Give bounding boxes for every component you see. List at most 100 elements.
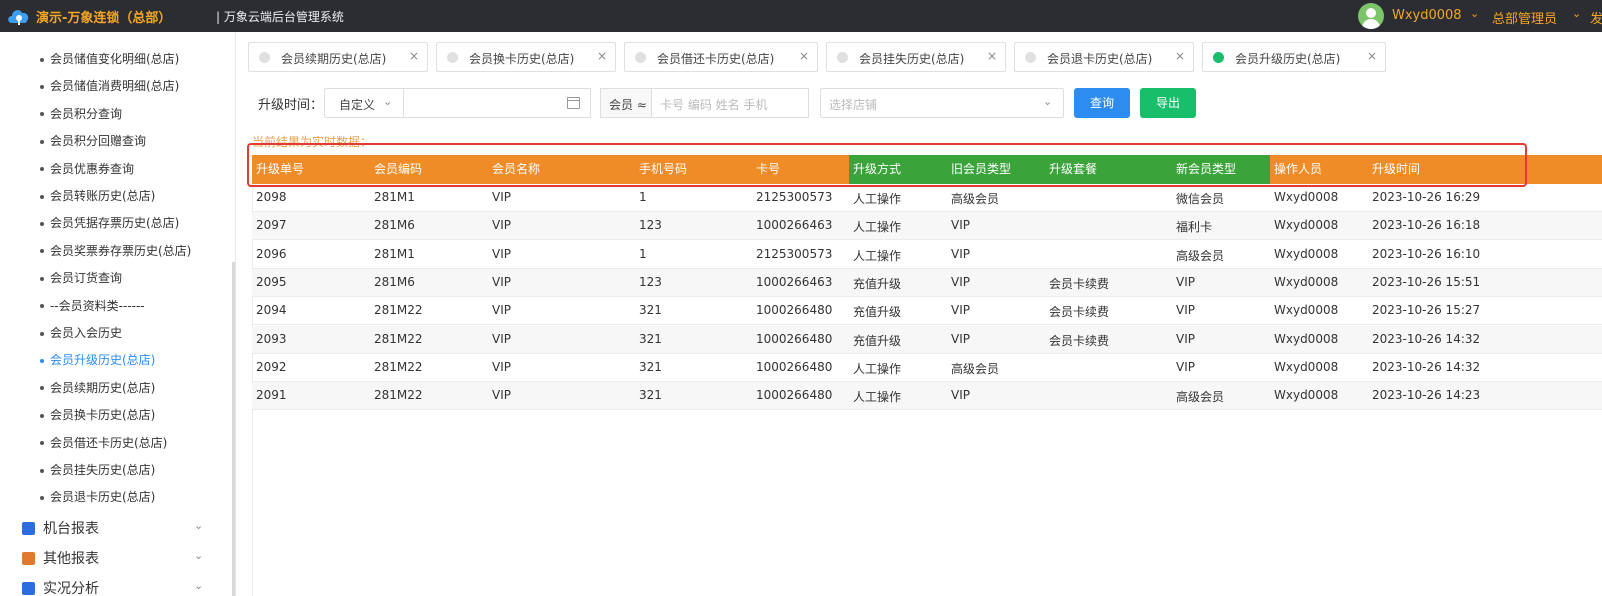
sidebar-item-label: 会员凭据存票历史(总店) xyxy=(50,216,180,231)
table-cell: VIP xyxy=(1176,303,1195,318)
user-name-menu[interactable]: Wxyd0008 xyxy=(1392,8,1462,23)
calendar-icon[interactable] xyxy=(567,97,580,109)
close-icon[interactable]: × xyxy=(597,49,607,63)
page-tab[interactable]: 会员换卡历史(总店) × xyxy=(436,42,616,72)
chevron-down-icon: ⌄ xyxy=(383,95,393,108)
table-row[interactable]: 2098 281M1 VIP 1 2125300573 人工操作 高级会员 微信会员 Wxyd0… xyxy=(252,184,1602,212)
table-row[interactable]: 2092 281M22 VIP 321 1000266480 人工操作 高级会员 VIP Wxy… xyxy=(252,354,1602,382)
table-cell: Wxyd0008 xyxy=(1274,218,1339,233)
table-cell: VIP xyxy=(492,388,511,403)
member-type-select[interactable]: 会员 ≈ xyxy=(600,88,652,118)
user-avatar[interactable] xyxy=(1358,3,1384,29)
tab-label: 会员借还卡历史(总店) xyxy=(657,52,775,66)
brand-name[interactable]: 演示-万象连锁（总部） xyxy=(36,7,171,26)
table-cell: 321 xyxy=(639,359,662,374)
table-row[interactable]: 2097 281M6 VIP 123 1000266463 人工操作 VIP 福利卡 Wxyd0… xyxy=(252,212,1602,241)
sidebar-item[interactable]: 会员续期历史(总店) xyxy=(40,379,155,396)
table-cell: 人工操作 xyxy=(853,220,902,235)
table-cell: VIP xyxy=(492,274,511,289)
table-cell: 1000266480 xyxy=(756,331,833,346)
member-search-input[interactable]: 卡号 编码 姓名 手机 xyxy=(651,88,809,118)
close-icon[interactable]: × xyxy=(987,49,997,63)
bullet-icon xyxy=(40,249,44,254)
sidebar-item[interactable]: 会员退卡历史(总店) xyxy=(40,488,155,505)
sidebar-group[interactable]: 其他报表 ⌄ xyxy=(22,548,203,568)
sidebar-item[interactable]: --会员资料类------ xyxy=(40,297,145,314)
sidebar-item[interactable]: 会员优惠券查询 xyxy=(40,160,134,177)
sidebar-item[interactable]: 会员入会历史 xyxy=(40,324,122,341)
table-cell: VIP xyxy=(492,190,511,204)
sidebar-item-label: 会员续期历史(总店) xyxy=(50,380,156,395)
table-cell: 2094 xyxy=(256,303,287,318)
close-icon[interactable]: × xyxy=(1367,49,1377,63)
table-cell: 321 xyxy=(639,303,662,318)
sidebar-item[interactable]: 会员储值消费明细(总店) xyxy=(40,77,179,94)
table-row[interactable]: 2091 281M22 VIP 321 1000266480 人工操作 VIP 高级会员 Wxy… xyxy=(252,382,1602,411)
table-cell: 2097 xyxy=(256,218,287,233)
table-cell: VIP xyxy=(1176,331,1195,346)
page-tab[interactable]: 会员退卡历史(总店) × xyxy=(1014,42,1194,72)
tab-status-dot-icon xyxy=(1213,52,1224,63)
sidebar-group[interactable]: 实况分析 ⌄ xyxy=(22,578,203,596)
role-menu[interactable]: 总部管理员 xyxy=(1492,8,1557,27)
sidebar-item[interactable]: 会员储值变化明细(总店) xyxy=(40,50,179,67)
table-cell: 2125300573 xyxy=(756,246,833,261)
table-row[interactable]: 2093 281M22 VIP 321 1000266480 充值升级 VIP 会员卡续费 VI… xyxy=(252,325,1602,354)
sidebar-item-label: 会员优惠券查询 xyxy=(50,161,135,176)
sidebar-item[interactable]: 会员凭据存票历史(总店) xyxy=(40,214,179,231)
tab-label: 会员退卡历史(总店) xyxy=(1047,52,1153,66)
table-row[interactable]: 2096 281M1 VIP 1 2125300573 人工操作 VIP 高级会员 Wxyd00… xyxy=(252,241,1602,269)
sidebar-item[interactable]: 会员挂失历史(总店) xyxy=(40,461,155,478)
page-tab[interactable]: 会员升级历史(总店) × xyxy=(1202,42,1386,72)
store-select[interactable]: 选择店铺 ⌄ xyxy=(820,88,1064,118)
table-cell: Wxyd0008 xyxy=(1274,190,1339,204)
sidebar-item[interactable]: 会员订货查询 xyxy=(40,269,122,286)
export-button[interactable]: 导出 xyxy=(1140,88,1196,118)
sidebar-item[interactable]: 会员借还卡历史(总店) xyxy=(40,434,167,451)
member-search-placeholder: 卡号 编码 姓名 手机 xyxy=(660,98,768,112)
sidebar-item[interactable]: 会员转账历史(总店) xyxy=(40,187,155,204)
table-cell: 2023-10-26 16:29 xyxy=(1372,190,1481,204)
table-cell: 充值升级 xyxy=(853,276,902,291)
chevron-down-icon[interactable]: ⌄ xyxy=(1470,7,1479,20)
bullet-icon xyxy=(40,331,44,336)
close-icon[interactable]: × xyxy=(799,49,809,63)
date-range-input[interactable] xyxy=(403,88,591,118)
tab-label: 会员续期历史(总店) xyxy=(281,52,387,66)
sidebar-item[interactable]: 会员积分回赠查询 xyxy=(40,132,146,149)
query-button[interactable]: 查询 xyxy=(1074,88,1130,118)
sidebar-item[interactable]: 会员升级历史(总店) xyxy=(40,351,155,368)
date-type-select[interactable]: 自定义 ⌄ xyxy=(324,88,404,118)
table-cell: VIP xyxy=(951,274,970,289)
page-tab[interactable]: 会员续期历史(总店) × xyxy=(248,42,428,72)
system-title: | 万象云端后台管理系统 xyxy=(216,10,344,24)
sidebar-item[interactable]: 会员换卡历史(总店) xyxy=(40,406,155,423)
table-cell: 高级会员 xyxy=(1176,248,1225,263)
date-type-value: 自定义 xyxy=(339,98,376,112)
table-cell: VIP xyxy=(951,246,970,261)
close-icon[interactable]: × xyxy=(409,49,419,63)
sidebar-item[interactable]: 会员积分查询 xyxy=(40,105,122,122)
bullet-icon xyxy=(40,413,44,418)
table-cell: Wxyd0008 xyxy=(1274,359,1339,374)
table-row[interactable]: 2094 281M22 VIP 321 1000266480 充值升级 VIP 会员卡续费 VI… xyxy=(252,297,1602,326)
sidebar-item[interactable]: 会员奖票券存票历史(总店) xyxy=(40,242,191,259)
table-cell: 会员卡续费 xyxy=(1049,276,1110,291)
sidebar-scrollbar[interactable] xyxy=(232,262,235,596)
table-cell: 281M1 xyxy=(374,190,415,204)
topbar-extra-link[interactable]: 发 xyxy=(1590,8,1602,27)
page-tab[interactable]: 会员挂失历史(总店) × xyxy=(826,42,1006,72)
table-cell: 1000266480 xyxy=(756,303,833,318)
table-cell: VIP xyxy=(492,246,511,261)
close-icon[interactable]: × xyxy=(1175,49,1185,63)
bullet-icon xyxy=(40,139,44,144)
table-row[interactable]: 2095 281M6 VIP 123 1000266463 充值升级 VIP 会员卡续费 VIP… xyxy=(252,268,1602,297)
table-cell: 321 xyxy=(639,331,662,346)
sidebar-group[interactable]: 机台报表 ⌄ xyxy=(22,518,203,538)
table-cell: VIP xyxy=(1176,274,1195,289)
chevron-down-icon: ⌄ xyxy=(1043,95,1053,108)
page-tab[interactable]: 会员借还卡历史(总店) × xyxy=(624,42,818,72)
chevron-down-icon[interactable]: ⌄ xyxy=(1572,7,1581,20)
table-cell: 充值升级 xyxy=(853,333,902,348)
top-bar: 演示-万象连锁（总部） | 万象云端后台管理系统 Wxyd0008 ⌄ 总部管理… xyxy=(0,0,1602,32)
